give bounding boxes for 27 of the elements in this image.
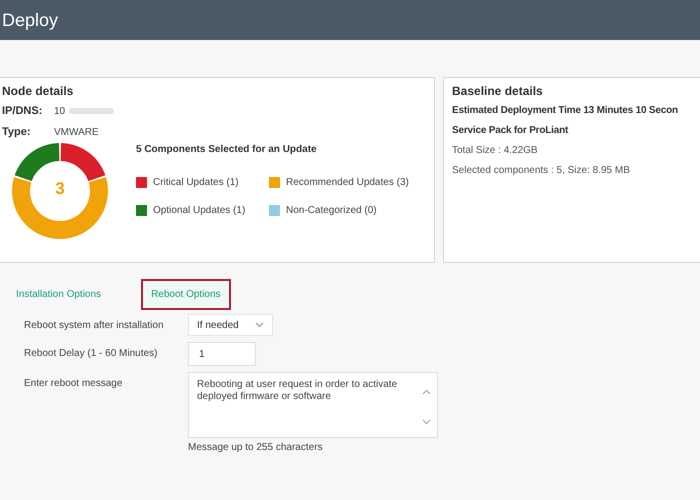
donut-center-count: 3 bbox=[54, 179, 66, 199]
field-label: Reboot Delay (1 - 60 Minutes) bbox=[24, 347, 158, 359]
card-title: Baseline details bbox=[452, 84, 544, 98]
field-label: Type: bbox=[2, 126, 32, 138]
detail-line: Total Size : 4.22GB bbox=[452, 145, 539, 156]
detail-line: Estimated Deployment Time 13 Minutes 10 Secon bbox=[452, 105, 679, 116]
field-label: IP/DNS: bbox=[2, 105, 44, 117]
legend-label: Recommended Updates (3) bbox=[286, 177, 409, 188]
card-title: Node details bbox=[2, 84, 74, 98]
scroll-down-icon[interactable] bbox=[422, 419, 431, 425]
message-field[interactable]: Rebooting at user request in order to activate deployed firmware or software bbox=[188, 372, 438, 438]
detail-line: Service Pack for ProLiant bbox=[452, 125, 570, 136]
field-label: Enter reboot message bbox=[24, 377, 124, 389]
field-value: 10 bbox=[54, 106, 66, 116]
page-title: Deploy bbox=[2, 10, 58, 30]
legend-label: Critical Updates (1) bbox=[153, 177, 239, 188]
input-field[interactable]: 1 bbox=[188, 342, 256, 366]
legend-label: Non-Categorized (0) bbox=[286, 205, 377, 216]
chart-title: 5 Components Selected for an Update bbox=[136, 144, 318, 155]
detail-line: Selected components : 5, Size: 8.95 MB bbox=[452, 165, 631, 176]
field-value: VMWARE bbox=[54, 126, 99, 138]
scroll-up-icon[interactable] bbox=[422, 389, 431, 395]
field-label: Reboot system after installation bbox=[24, 319, 165, 331]
dropdown[interactable]: If needed bbox=[188, 314, 273, 336]
chevron-down-icon bbox=[255, 322, 264, 328]
legend-label: Optional Updates (1) bbox=[153, 205, 246, 216]
field-hint: Message up to 255 characters bbox=[188, 442, 324, 453]
